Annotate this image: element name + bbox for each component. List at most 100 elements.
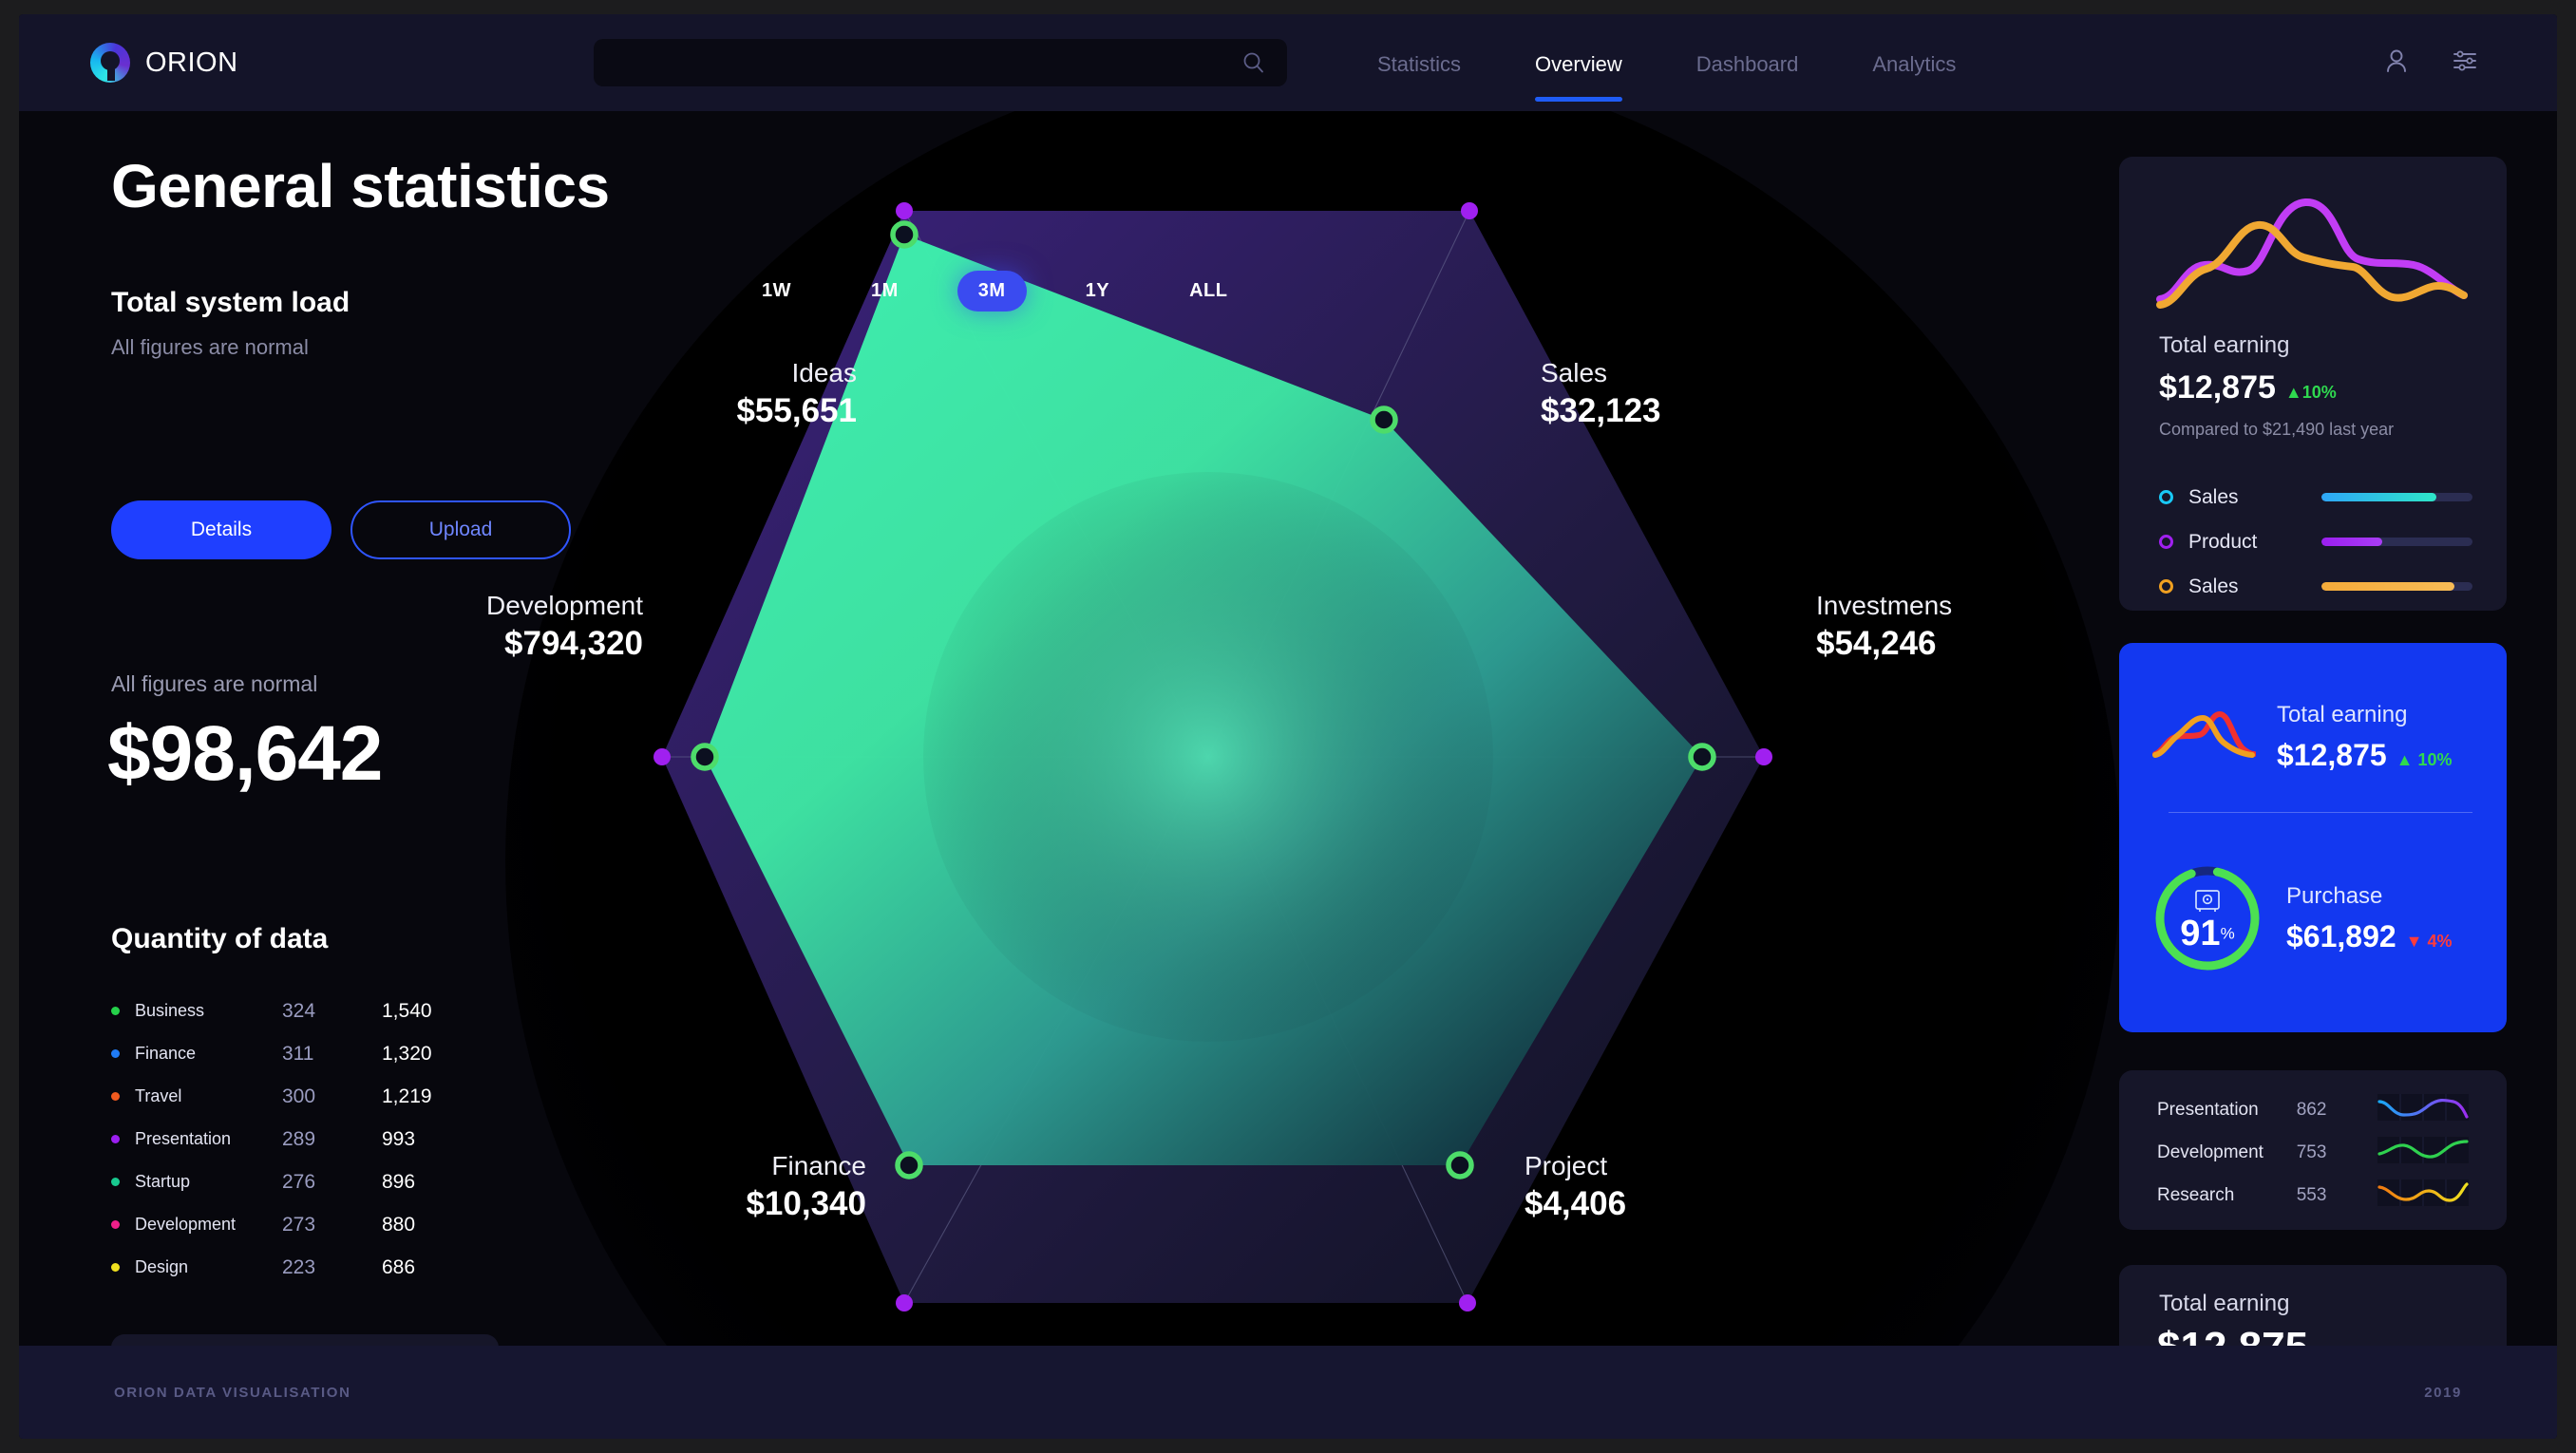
sparkline-purple-orange-icon [2155, 183, 2469, 326]
nav-item-analytics[interactable]: Analytics [1872, 14, 1956, 111]
details-button[interactable]: Details [111, 500, 331, 559]
legend-dot-icon [111, 1220, 120, 1229]
card-title: Total earning [2159, 332, 2289, 359]
list-item[interactable]: Startup 276 896 [111, 1161, 539, 1203]
card-compare-text: Compared to $21,490 last year [2159, 420, 2394, 440]
app-header: ORION Statistics Overview Dashboard Anal… [19, 14, 2557, 111]
delta-badge: ▲ 10% [2396, 750, 2453, 770]
radar-label-investmens: Investmens $54,246 [1816, 591, 1952, 663]
progress-track[interactable] [2321, 493, 2472, 501]
delta-badge: ▼ 4% [2406, 932, 2453, 952]
quantity-of-data-list: Business 324 1,540 Finance 311 1,320 Tra… [111, 990, 539, 1289]
blue-card-bottom: 91% Purchase $61,892 ▼ 4% [2119, 842, 2507, 994]
legend-row-sales-orange[interactable]: Sales [2159, 564, 2472, 609]
system-load-title: Total system load [111, 287, 350, 319]
main-stage: Sales $32,123 Investmens $54,246 Project… [19, 111, 2557, 1346]
list-item[interactable]: Business 324 1,540 [111, 990, 539, 1032]
total-load-caption: All figures are normal [111, 671, 317, 697]
progress-fill [2321, 582, 2454, 591]
sparkline-orange-yellow-icon [2377, 1179, 2469, 1211]
range-1w[interactable]: 1W [741, 271, 812, 311]
quantity-of-data-title: Quantity of data [111, 923, 328, 955]
radar-label-development: Development $794,320 [358, 591, 643, 663]
purchase-text: Purchase $61,892 ▼ 4% [2286, 883, 2453, 954]
range-1m[interactable]: 1M [850, 271, 919, 311]
upload-button[interactable]: Upload [350, 500, 571, 559]
progress-fill [2321, 493, 2436, 501]
card-value: $12,875 [2157, 1324, 2308, 1346]
nav-item-statistics[interactable]: Statistics [1377, 14, 1461, 111]
action-button-row: Details Upload [111, 500, 571, 559]
card-value: $12,875 [2277, 738, 2387, 773]
app-window: ORION Statistics Overview Dashboard Anal… [19, 14, 2557, 1439]
page-title: General statistics [111, 151, 610, 221]
footer-year: 2019 [2424, 1385, 2462, 1401]
nav-item-overview[interactable]: Overview [1535, 14, 1622, 111]
card-category-list[interactable]: Presentation 862 Development 753 [2119, 1070, 2507, 1230]
card-purchase-blue[interactable]: Total earning $12,875 ▲ 10% [2119, 643, 2507, 1032]
ring-dot-icon [2159, 579, 2173, 594]
progress-track[interactable] [2321, 582, 2472, 591]
legend-dot-icon [111, 1135, 120, 1143]
legend-dot-icon [111, 1049, 120, 1058]
donut-unit: % [2221, 925, 2235, 943]
donut-text: 91% [2151, 914, 2263, 954]
progress-fill [2321, 538, 2382, 546]
card-title: Total earning [2159, 1291, 2289, 1317]
legend-dot-icon [111, 1178, 120, 1186]
list-item[interactable]: Design 223 686 [111, 1246, 539, 1289]
header-icon-group [2382, 47, 2479, 80]
sparkline-green-icon [2377, 1137, 2469, 1168]
range-3m[interactable]: 3M [957, 271, 1027, 311]
radar-label-sales: Sales $32,123 [1541, 358, 1661, 430]
time-range-group: 1W 1M 3M 1Y ALL [741, 271, 1286, 311]
legend-row-product[interactable]: Product [2159, 519, 2472, 564]
card-total-earning-left[interactable]: Total earning $12,875 ▲ 10% [111, 1334, 499, 1346]
table-row[interactable]: Presentation 862 [2119, 1088, 2507, 1131]
table-row[interactable]: Development 753 [2119, 1131, 2507, 1174]
user-icon[interactable] [2382, 47, 2411, 80]
list-item[interactable]: Development 273 880 [111, 1203, 539, 1246]
legend-dot-icon [111, 1007, 120, 1015]
card-value-row: $12,875 ▲ 10% [2277, 738, 2453, 773]
orion-circle-logo-icon [90, 43, 130, 83]
list-item[interactable]: Presentation 289 993 [111, 1118, 539, 1161]
card-value-row: $12,875 ▲10% [2159, 369, 2337, 406]
ring-dot-icon [2159, 490, 2173, 504]
list-item[interactable]: Finance 311 1,320 [111, 1032, 539, 1075]
sliders-icon[interactable] [2451, 47, 2479, 80]
sparkline-blue-purple-icon [2377, 1094, 2469, 1125]
legend-dot-icon [111, 1263, 120, 1272]
delta-badge: ▲10% [2285, 383, 2337, 403]
ring-dot-icon [2159, 535, 2173, 549]
table-row[interactable]: Research 553 [2119, 1174, 2507, 1217]
system-load-caption: All figures are normal [111, 335, 309, 360]
card-total-earning-top-right[interactable]: Total earning $12,875 ▲10% Compared to $… [2119, 157, 2507, 611]
app-footer: ORION DATA VISUALISATION 2019 [19, 1346, 2557, 1439]
footer-brand-text: ORION DATA VISUALISATION [114, 1385, 351, 1401]
legend-row-sales[interactable]: Sales [2159, 475, 2472, 519]
progress-track[interactable] [2321, 538, 2472, 546]
card-value: $61,892 [2286, 919, 2396, 954]
divider [2169, 812, 2472, 813]
nav-item-dashboard[interactable]: Dashboard [1696, 14, 1799, 111]
radar-label-ideas: Ideas $55,651 [591, 358, 857, 430]
purchase-donut: 91% [2151, 862, 2263, 974]
card-value-row: $12,875 ▲10% [2157, 1324, 2369, 1346]
range-1y[interactable]: 1Y [1065, 271, 1130, 311]
brand-logo[interactable]: ORION [90, 43, 238, 83]
list-item[interactable]: Travel 300 1,219 [111, 1075, 539, 1118]
card-total-earning-bottom[interactable]: Total earning $12,875 ▲10% Compared to $… [2119, 1265, 2507, 1346]
search-icon[interactable] [1241, 50, 1266, 75]
card-value: $12,875 [2159, 369, 2276, 406]
range-all[interactable]: ALL [1168, 271, 1248, 311]
blue-card-top: Total earning $12,875 ▲ 10% [2119, 675, 2507, 799]
donut-value: 91 [2180, 914, 2220, 953]
radar-label-finance: Finance $10,340 [610, 1151, 866, 1223]
category-rows: Presentation 862 Development 753 [2119, 1070, 2507, 1217]
main-nav: Statistics Overview Dashboard Analytics [1377, 14, 2030, 111]
search-input[interactable] [594, 52, 1241, 73]
search-box[interactable] [594, 39, 1287, 86]
card-value-row: $61,892 ▼ 4% [2286, 919, 2453, 954]
card-title: Total earning [2277, 702, 2453, 728]
